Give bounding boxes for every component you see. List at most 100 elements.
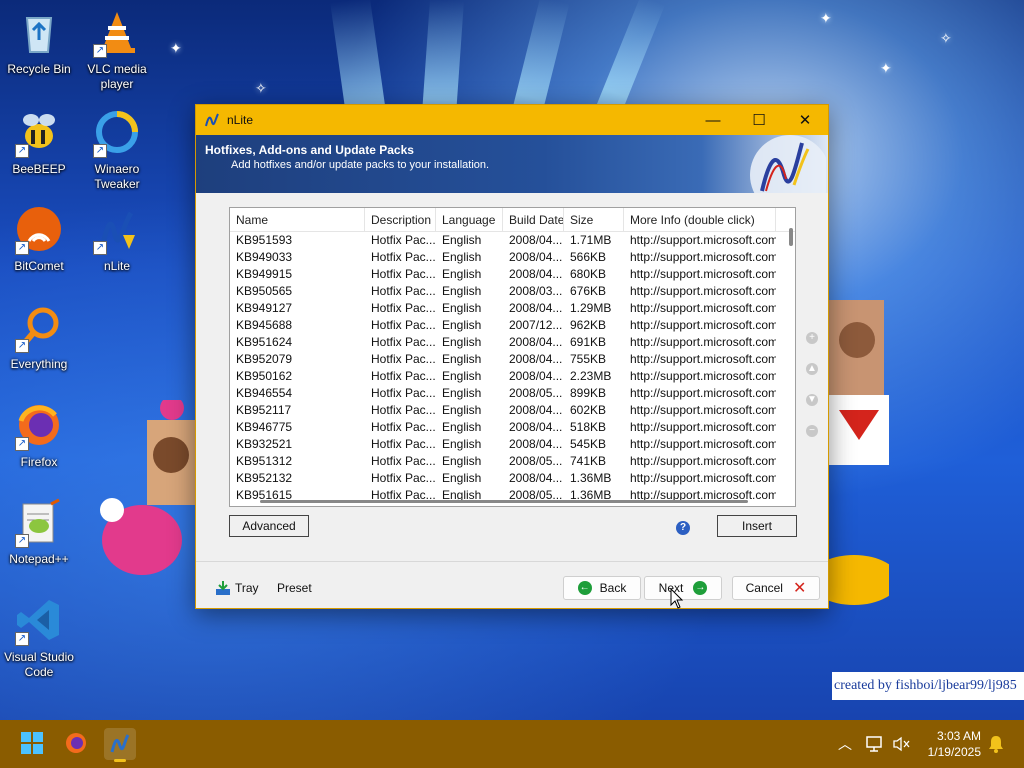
cell-language: English	[442, 454, 482, 468]
column-header-description[interactable]: Description	[365, 208, 436, 231]
shortcut-arrow-icon: ↗	[15, 534, 29, 548]
tray-download-icon	[215, 580, 231, 596]
cell-size: 1.29MB	[570, 301, 612, 315]
cell-language: English	[442, 335, 482, 349]
start-button[interactable]	[16, 728, 48, 760]
cell-description: Hotfix Pac...	[371, 352, 436, 366]
cell-size: 518KB	[570, 420, 607, 434]
preset-button[interactable]: Preset	[277, 576, 312, 600]
cell-name: KB949127	[236, 301, 293, 315]
network-icon[interactable]	[866, 720, 884, 768]
desktop-icon-recycle-bin[interactable]: Recycle Bin	[0, 8, 78, 77]
show-hidden-icons-button[interactable]: ︿	[838, 720, 852, 768]
column-header-more-info[interactable]: More Info (double click)	[624, 208, 776, 231]
vertical-scrollbar[interactable]	[789, 228, 793, 246]
table-row[interactable]: KB949033 Hotfix Pac... English 2008/04... 56…	[230, 249, 795, 266]
help-icon[interactable]: ?	[676, 521, 690, 535]
table-row[interactable]: KB946554 Hotfix Pac... English 2008/05... 89…	[230, 385, 795, 402]
cell-name: KB950162	[236, 369, 293, 383]
cell-language: English	[442, 267, 482, 281]
cell-more-info: http://support.microsoft.com?...	[630, 420, 776, 434]
sparkle-decoration: ✦	[880, 60, 892, 76]
cell-language: English	[442, 233, 482, 247]
wizard-footer: Tray Preset ← Back Next → Cancel ✕	[196, 561, 828, 608]
move-up-icon[interactable]: ▲	[806, 363, 818, 375]
cell-size: 676KB	[570, 284, 607, 298]
cell-description: Hotfix Pac...	[371, 454, 436, 468]
notification-bell-icon[interactable]	[988, 720, 1004, 768]
cell-more-info: http://support.microsoft.com?...	[630, 369, 776, 383]
table-row[interactable]: KB951312 Hotfix Pac... English 2008/05... 74…	[230, 453, 795, 470]
cell-size: 691KB	[570, 335, 607, 349]
desktop-icon-winaero-tweaker[interactable]: ↗ Winaero Tweaker	[78, 108, 156, 192]
volume-muted-icon[interactable]	[892, 720, 910, 768]
vlc-cone-icon: ↗	[93, 8, 141, 58]
page-heading: Hotfixes, Add-ons and Update Packs	[205, 143, 414, 157]
table-row[interactable]: KB951593 Hotfix Pac... English 2008/04... 1.…	[230, 232, 795, 249]
cell-build-date: 2008/04...	[509, 403, 563, 417]
column-header-language[interactable]: Language	[436, 208, 503, 231]
table-row[interactable]: KB952132 Hotfix Pac... English 2008/04... 1.…	[230, 470, 795, 487]
cell-build-date: 2008/04...	[509, 352, 563, 366]
insert-button[interactable]: Insert	[717, 515, 797, 537]
close-button[interactable]: ✕	[782, 105, 828, 135]
cell-build-date: 2008/04...	[509, 233, 563, 247]
back-arrow-icon: ←	[577, 581, 592, 595]
desktop-icon-notepad-plus-plus[interactable]: ↗ Notepad++	[0, 498, 78, 567]
window-titlebar[interactable]: nLite — ☐ ✕	[196, 105, 828, 135]
table-row[interactable]: KB950162 Hotfix Pac... English 2008/04... 2.…	[230, 368, 795, 385]
cancel-button[interactable]: Cancel ✕	[732, 576, 820, 600]
desktop-icon-beebeep[interactable]: ↗ BeeBEEP	[0, 108, 78, 177]
desktop-icon-vscode[interactable]: ↗ Visual Studio Code	[0, 596, 78, 680]
add-item-icon[interactable]: +	[806, 332, 818, 344]
cell-name: KB946775	[236, 420, 293, 434]
cell-size: 899KB	[570, 386, 607, 400]
column-header-name[interactable]: Name	[230, 208, 365, 231]
maximize-button[interactable]: ☐	[736, 105, 782, 135]
clock[interactable]: 3:03 AM 1/19/2025	[928, 728, 981, 760]
shortcut-arrow-icon: ↗	[15, 241, 29, 255]
column-header-size[interactable]: Size	[564, 208, 624, 231]
advanced-button[interactable]: Advanced	[229, 515, 309, 537]
cell-name: KB932521	[236, 437, 293, 451]
tray-button[interactable]: Tray	[215, 576, 259, 600]
desktop-icon-everything[interactable]: ↗ Everything	[0, 303, 78, 372]
cell-build-date: 2008/04...	[509, 250, 563, 264]
remove-item-icon[interactable]: −	[806, 425, 818, 437]
main-content: Name Description Language Build Date Siz…	[196, 193, 828, 561]
horizontal-scrollbar[interactable]	[260, 500, 748, 503]
back-button[interactable]: ← Back	[563, 576, 641, 600]
table-row[interactable]: KB951624 Hotfix Pac... English 2008/04... 69…	[230, 334, 795, 351]
cell-build-date: 2008/04...	[509, 301, 563, 315]
shortcut-arrow-icon: ↗	[93, 144, 107, 158]
desktop-icon-label: nLite	[103, 259, 131, 273]
cell-language: English	[442, 250, 482, 264]
cell-build-date: 2008/04...	[509, 267, 563, 281]
cell-description: Hotfix Pac...	[371, 335, 436, 349]
table-row[interactable]: KB950565 Hotfix Pac... English 2008/03... 67…	[230, 283, 795, 300]
desktop-icon-label: BeeBEEP	[12, 162, 66, 176]
table-row[interactable]: KB952079 Hotfix Pac... English 2008/04... 75…	[230, 351, 795, 368]
table-row[interactable]: KB932521 Hotfix Pac... English 2008/04... 54…	[230, 436, 795, 453]
sparkle-decoration: ✦	[820, 10, 832, 26]
desktop-icon-firefox[interactable]: ↗ Firefox	[0, 401, 78, 470]
cell-build-date: 2008/04...	[509, 437, 563, 451]
table-row[interactable]: KB949127 Hotfix Pac... English 2008/04... 1.…	[230, 300, 795, 317]
table-row[interactable]: KB949915 Hotfix Pac... English 2008/04... 68…	[230, 266, 795, 283]
desktop-icon-nlite[interactable]: ↗ nLite	[78, 205, 156, 274]
table-row[interactable]: KB946775 Hotfix Pac... English 2008/04... 51…	[230, 419, 795, 436]
firefox-icon: ↗	[15, 401, 63, 451]
taskbar-nlite-button[interactable]	[104, 728, 136, 762]
desktop-icon-vlc[interactable]: ↗ VLC media player	[78, 8, 156, 92]
cell-description: Hotfix Pac...	[371, 233, 436, 247]
cell-more-info: http://support.microsoft.com?...	[630, 386, 776, 400]
column-header-build-date[interactable]: Build Date	[503, 208, 564, 231]
hotfix-list[interactable]: Name Description Language Build Date Siz…	[229, 207, 796, 507]
minimize-button[interactable]: —	[690, 105, 736, 135]
table-row[interactable]: KB945688 Hotfix Pac... English 2007/12... 96…	[230, 317, 795, 334]
move-down-icon[interactable]: ▼	[806, 394, 818, 406]
cell-language: English	[442, 352, 482, 366]
desktop-icon-bitcomet[interactable]: ↗ BitComet	[0, 205, 78, 274]
table-row[interactable]: KB952117 Hotfix Pac... English 2008/04... 60…	[230, 402, 795, 419]
taskbar-firefox-button[interactable]	[60, 728, 92, 760]
